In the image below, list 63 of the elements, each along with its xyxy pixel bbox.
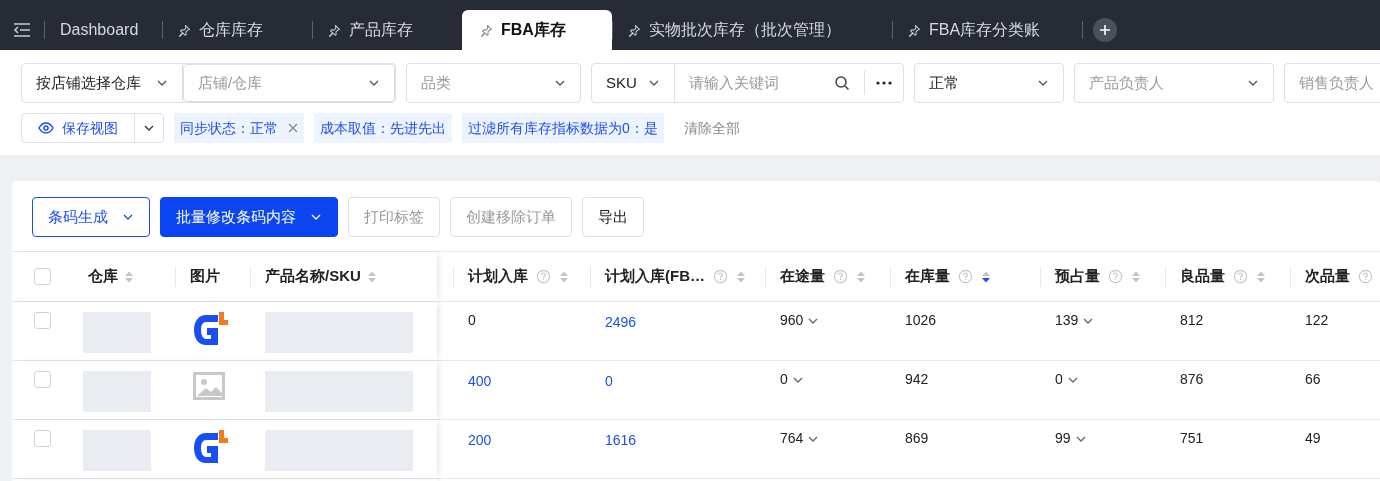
expandable-value[interactable]: 764 bbox=[780, 428, 820, 449]
toolbar-button[interactable]: 批量修改条码内容 bbox=[160, 197, 338, 237]
clear-all-link[interactable]: 清除全部 bbox=[683, 117, 740, 139]
number-link[interactable]: 200 bbox=[468, 430, 492, 451]
checkbox[interactable] bbox=[34, 312, 51, 329]
column-header: 计划入库 bbox=[468, 266, 528, 287]
filter-tag: 过滤所有库存指标数据为0：是 bbox=[462, 113, 664, 143]
search-icon bbox=[834, 75, 850, 91]
table-cell: 876 bbox=[1180, 371, 1204, 387]
status-select[interactable]: 正常 bbox=[914, 63, 1064, 103]
number-link[interactable]: 0 bbox=[605, 371, 613, 392]
pin-icon bbox=[908, 23, 921, 37]
add-tab-button[interactable] bbox=[1093, 18, 1117, 42]
column-header: 产品名称/SKU bbox=[265, 266, 361, 287]
more-icon[interactable] bbox=[876, 81, 892, 85]
number-link[interactable]: 2496 bbox=[605, 312, 637, 333]
column-header: 良品量 bbox=[1180, 266, 1225, 287]
column-header: 次品量 bbox=[1305, 266, 1350, 287]
tab[interactable]: Dashboard bbox=[44, 10, 162, 50]
filter-tag: 同步状态：正常 bbox=[174, 113, 304, 143]
checkbox[interactable] bbox=[34, 371, 51, 388]
pin-icon bbox=[480, 23, 493, 37]
eye-icon bbox=[38, 122, 54, 134]
tab[interactable]: 仓库库存 bbox=[162, 10, 312, 50]
tab[interactable]: 产品库存 bbox=[312, 10, 462, 50]
toolbar-button[interactable]: 条码生成 bbox=[32, 197, 150, 237]
column-header: 在库量 bbox=[905, 266, 950, 287]
pin-icon bbox=[178, 23, 191, 37]
table-cell: 869 bbox=[905, 430, 929, 446]
expandable-value[interactable]: 139 bbox=[1055, 310, 1095, 331]
filter-tag: 成本取值：先进先出 bbox=[314, 113, 452, 143]
tab[interactable]: 实物批次库存（批次管理） bbox=[612, 10, 892, 50]
expandable-value[interactable]: 0 bbox=[780, 369, 804, 390]
table-cell: 942 bbox=[905, 371, 929, 387]
tab[interactable]: FBA库存 bbox=[462, 10, 612, 50]
table-cell: 812 bbox=[1180, 312, 1204, 328]
close-icon[interactable] bbox=[288, 123, 298, 133]
pin-icon bbox=[628, 23, 641, 37]
search-field-select[interactable]: SKU bbox=[592, 64, 675, 102]
tab[interactable]: FBA库存分类账 bbox=[892, 10, 1082, 50]
number-link[interactable]: 400 bbox=[468, 371, 492, 392]
search-field[interactable]: 请输入关键词 bbox=[689, 71, 829, 95]
table-cell: 66 bbox=[1305, 371, 1321, 387]
checkbox[interactable] bbox=[34, 268, 51, 285]
toolbar-button[interactable]: 导出 bbox=[582, 197, 644, 237]
plus-icon bbox=[1099, 24, 1111, 36]
expandable-value[interactable]: 960 bbox=[780, 310, 820, 331]
table-cell: 122 bbox=[1305, 312, 1329, 328]
column-header: 图片 bbox=[190, 266, 220, 287]
table-cell: 1026 bbox=[905, 312, 937, 328]
checkbox[interactable] bbox=[34, 430, 51, 447]
pin-icon bbox=[328, 23, 341, 37]
column-header: 预占量 bbox=[1055, 266, 1100, 287]
table-cell: 49 bbox=[1305, 430, 1321, 446]
column-header: 计划入库(FB… bbox=[605, 266, 705, 287]
column-header: 在途量 bbox=[780, 266, 825, 287]
column-header: 仓库 bbox=[88, 266, 118, 287]
number-link[interactable]: 1616 bbox=[605, 430, 637, 451]
warehouse-mode-select[interactable]: 按店铺选择仓库 bbox=[22, 64, 183, 102]
table-cell: 0 bbox=[468, 312, 476, 328]
expandable-value[interactable]: 0 bbox=[1055, 369, 1079, 390]
expandable-value[interactable]: 99 bbox=[1055, 428, 1087, 449]
table-cell: 751 bbox=[1180, 430, 1204, 446]
